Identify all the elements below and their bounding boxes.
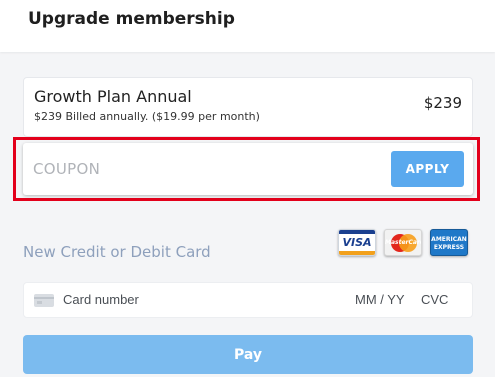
card-number-input[interactable]: Card number: [63, 292, 139, 307]
coupon-input[interactable]: [33, 156, 373, 182]
plan-price: $239: [423, 94, 462, 112]
mastercard-icon: MasterCard: [384, 229, 422, 256]
visa-icon: VISA: [338, 229, 376, 256]
apply-coupon-button[interactable]: APPLY: [391, 151, 464, 187]
card-details-field[interactable]: Card number MM / YY CVC: [23, 282, 473, 318]
amex-label: AMERICAN EXPRESS: [431, 236, 467, 251]
pay-button[interactable]: Pay: [23, 335, 473, 374]
card-cvc-input[interactable]: CVC: [421, 292, 448, 307]
page-title: Upgrade membership: [28, 9, 235, 29]
mastercard-label: MasterCard: [385, 239, 422, 246]
visa-label: VISA: [342, 236, 372, 249]
plan-billing-details: $239 Billed annually. ($19.99 per month): [34, 110, 260, 123]
coupon-section: APPLY: [23, 143, 473, 195]
card-expiry-input[interactable]: MM / YY: [355, 292, 405, 307]
amex-icon: AMERICAN EXPRESS: [430, 229, 468, 256]
plan-name: Growth Plan Annual: [34, 87, 192, 106]
page-header: Upgrade membership: [0, 0, 495, 52]
plan-summary-card: Growth Plan Annual $239 Billed annually.…: [23, 77, 473, 137]
new-card-label: New Credit or Debit Card: [23, 243, 211, 261]
credit-card-icon: [34, 294, 54, 307]
